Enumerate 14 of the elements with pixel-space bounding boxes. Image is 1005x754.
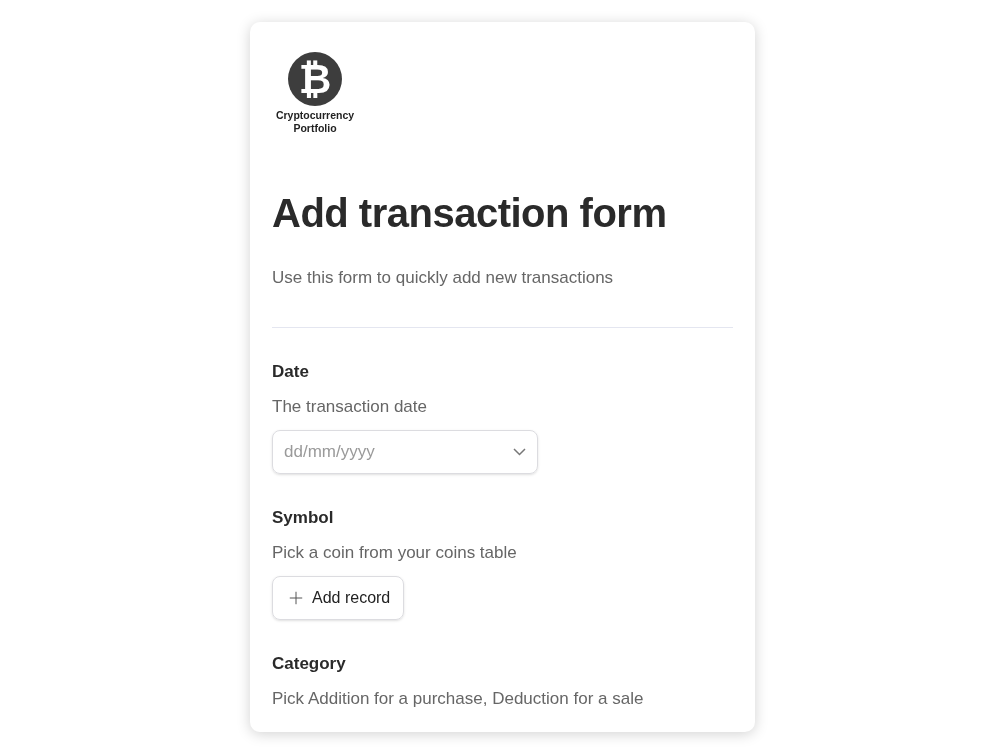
- field-help: Pick a coin from your coins table: [272, 541, 518, 564]
- field-help: Pick Addition for a purchase, Deduction for a sale: [272, 687, 645, 710]
- add-record-button[interactable]: Add record: [272, 575, 405, 620]
- bitcoin-logo-icon: ₿: [288, 52, 342, 106]
- date-field[interactable]: dd/mm/yyyy: [272, 429, 538, 474]
- field-label: Date: [272, 360, 310, 383]
- field-label: Category: [272, 652, 347, 675]
- chevron-down-icon: [513, 447, 526, 456]
- field-help: The transaction date: [272, 395, 428, 418]
- form-description: Use this form to quickly add new transactions: [272, 267, 615, 289]
- form-title: Add transaction form: [272, 193, 668, 233]
- logo-caption: Cryptocurrency Portfolio: [274, 109, 356, 135]
- date-input[interactable]: dd/mm/yyyy: [284, 438, 484, 465]
- field-label: Symbol: [272, 506, 335, 529]
